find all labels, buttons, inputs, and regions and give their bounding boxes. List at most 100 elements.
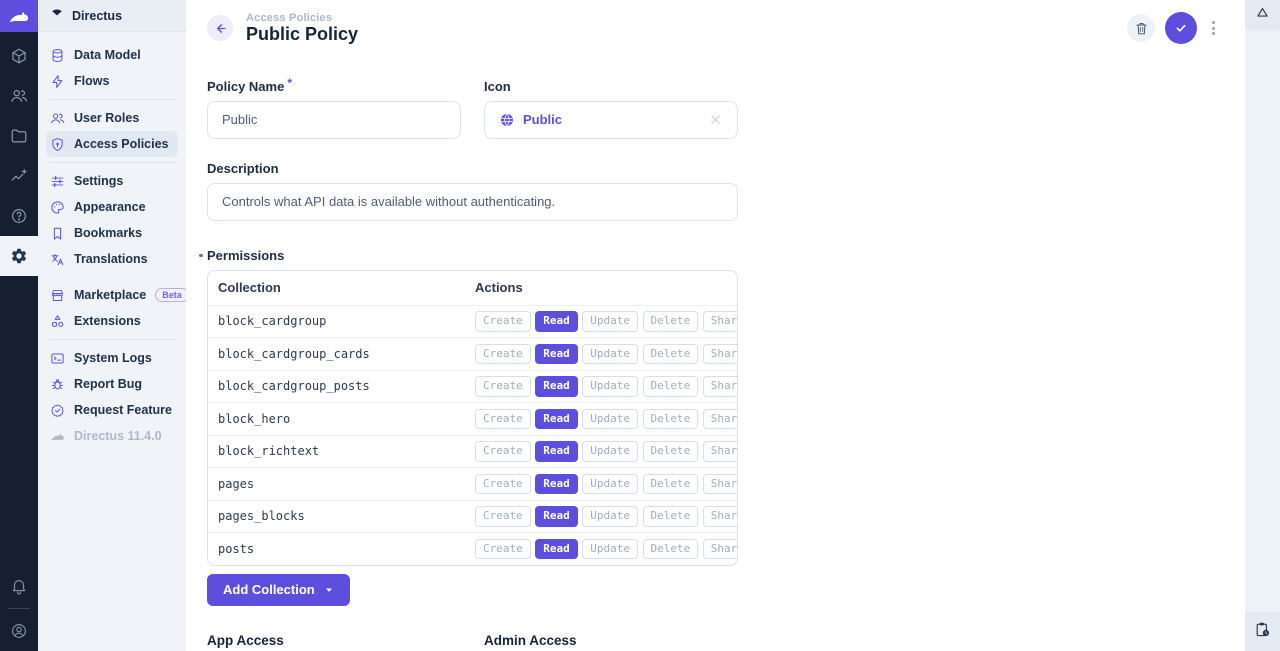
icon-input[interactable]: Public [484,101,738,139]
module-account-circle-icon[interactable] [0,611,38,651]
sidebar-item-bookmarks[interactable]: Bookmarks [46,220,178,246]
permission-update-chip[interactable]: Update [582,311,638,331]
sidebar-item-label: User Roles [74,111,139,125]
sidebar-toggle-button[interactable] [1245,0,1280,30]
module-bell-icon[interactable] [0,566,38,606]
permission-read-chip[interactable]: Read [535,506,578,526]
more-options-button[interactable] [1207,17,1220,39]
permission-delete-chip[interactable]: Delete [643,409,699,429]
delete-button[interactable] [1127,14,1155,42]
permission-create-chip[interactable]: Create [475,474,531,494]
permissions-row-block_cardgroup: block_cardgroupCreateReadUpdateDeleteSha… [208,305,737,338]
permission-create-chip[interactable]: Create [475,376,531,396]
permission-share-chip[interactable]: Share [703,539,738,559]
project-name: Directus [72,9,122,23]
right-sidebar-rail [1245,0,1280,651]
policy-name-input[interactable]: Public [207,101,461,139]
sidebar-item-system-logs[interactable]: System Logs [46,345,178,371]
storefront-icon [50,288,65,303]
permission-share-chip[interactable]: Share [703,344,738,364]
save-button[interactable] [1165,12,1197,44]
permission-delete-chip[interactable]: Delete [643,539,699,559]
permission-delete-chip[interactable]: Delete [643,441,699,461]
permission-share-chip[interactable]: Share [703,376,738,396]
sidebar-item-user-roles[interactable]: User Roles [46,105,178,131]
notifications-button[interactable] [1245,612,1280,651]
project-header[interactable]: Directus [38,0,186,32]
permission-delete-chip[interactable]: Delete [643,376,699,396]
sidebar-item-settings[interactable]: Settings [46,168,178,194]
nav-group-gap [38,272,186,282]
permission-create-chip[interactable]: Create [475,409,531,429]
permission-update-chip[interactable]: Update [582,506,638,526]
collection-name: block_cardgroup_posts [218,379,475,393]
sidebar-item-label: Data Model [74,48,141,62]
bolt-icon [50,74,65,89]
permission-update-chip[interactable]: Update [582,344,638,364]
sidebar-item-report-bug[interactable]: Report Bug [46,371,178,397]
sidebar-item-translations[interactable]: Translations [46,246,178,272]
sidebar-item-request-feature[interactable]: Request Feature [46,397,178,423]
bookmark-icon [50,226,65,241]
action-chips: CreateReadUpdateDeleteShare [475,506,738,526]
module-box-3d-icon[interactable] [0,36,38,76]
sidebar-item-label: Settings [74,174,123,188]
access-section: App Access Admin Access [207,633,1245,648]
header-actions [1127,12,1220,44]
permission-delete-chip[interactable]: Delete [643,344,699,364]
clear-icon[interactable] [708,112,723,127]
back-button[interactable] [207,15,233,41]
permission-create-chip[interactable]: Create [475,506,531,526]
collection-name: block_richtext [218,444,475,458]
directus-rabbit-logo[interactable] [0,0,38,32]
permission-share-chip[interactable]: Share [703,311,738,331]
permission-share-chip[interactable]: Share [703,409,738,429]
permission-create-chip[interactable]: Create [475,311,531,331]
permission-update-chip[interactable]: Update [582,539,638,559]
nav-sidebar: Directus Data Model Flows User Roles Access… [38,0,186,651]
permissions-table-header: Collection Actions [208,271,737,305]
permission-create-chip[interactable]: Create [475,441,531,461]
collection-name: pages [218,477,475,491]
permission-read-chip[interactable]: Read [535,539,578,559]
sidebar-item-data-model[interactable]: Data Model [46,42,178,68]
permission-read-chip[interactable]: Read [535,311,578,331]
permission-share-chip[interactable]: Share [703,441,738,461]
permission-update-chip[interactable]: Update [582,441,638,461]
permission-update-chip[interactable]: Update [582,474,638,494]
shield-lock-icon [50,137,65,152]
module-help-icon[interactable] [0,196,38,236]
permission-read-chip[interactable]: Read [535,441,578,461]
permission-delete-chip[interactable]: Delete [643,506,699,526]
sidebar-item-flows[interactable]: Flows [46,68,178,94]
permission-update-chip[interactable]: Update [582,409,638,429]
permission-read-chip[interactable]: Read [535,474,578,494]
sidebar-item-extensions[interactable]: Extensions [46,308,178,334]
permission-create-chip[interactable]: Create [475,539,531,559]
triangle-icon [1254,4,1271,26]
module-folder-icon[interactable] [0,116,38,156]
permission-share-chip[interactable]: Share [703,474,738,494]
sidebar-item-marketplace[interactable]: MarketplaceBeta [46,282,178,308]
permission-delete-chip[interactable]: Delete [643,311,699,331]
permission-read-chip[interactable]: Read [535,344,578,364]
sidebar-item-access-policies[interactable]: Access Policies [46,131,178,157]
permission-share-chip[interactable]: Share [703,506,738,526]
sidebar-item-label: Bookmarks [74,226,142,240]
permission-update-chip[interactable]: Update [582,376,638,396]
add-collection-button[interactable]: Add Collection [207,574,350,606]
palette-icon [50,200,65,215]
permissions-table: Collection Actions block_cardgroupCreate… [207,270,738,566]
verified-icon [50,403,65,418]
permission-read-chip[interactable]: Read [535,376,578,396]
permission-read-chip[interactable]: Read [535,409,578,429]
permissions-row-block_hero: block_heroCreateReadUpdateDeleteShare [208,402,737,435]
app-window: Directus Data Model Flows User Roles Access… [0,0,1280,651]
module-users-icon[interactable] [0,76,38,116]
permission-delete-chip[interactable]: Delete [643,474,699,494]
sidebar-item-appearance[interactable]: Appearance [46,194,178,220]
module-settings-gear-icon[interactable] [0,236,38,276]
permission-create-chip[interactable]: Create [475,344,531,364]
description-input[interactable]: Controls what API data is available with… [207,183,738,221]
module-insights-icon[interactable] [0,156,38,196]
